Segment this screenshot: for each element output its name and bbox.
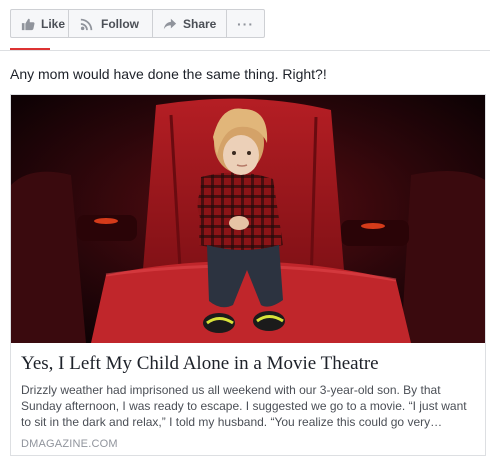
link-preview-card[interactable]: Yes, I Left My Child Alone in a Movie Th…	[10, 94, 486, 456]
more-dots-icon: ···	[237, 15, 254, 32]
like-label: Like	[41, 16, 66, 31]
post-action-bar: Like Follow Share ···	[10, 9, 265, 38]
thumbs-up-icon	[21, 16, 35, 32]
header-divider	[0, 50, 490, 51]
article-domain: DMAGAZINE.COM	[21, 438, 118, 450]
share-arrow-icon	[163, 16, 177, 32]
card-body: Yes, I Left My Child Alone in a Movie Th…	[11, 343, 485, 450]
article-title[interactable]: Yes, I Left My Child Alone in a Movie Th…	[21, 353, 475, 375]
like-button[interactable]: Like	[11, 10, 69, 37]
rss-icon	[79, 16, 95, 32]
follow-button[interactable]: Follow	[69, 10, 153, 37]
post-caption: Any mom would have done the same thing. …	[10, 66, 327, 82]
share-label: Share	[183, 16, 217, 31]
more-options-button[interactable]: ···	[227, 10, 264, 37]
follow-label: Follow	[101, 16, 139, 31]
share-button[interactable]: Share	[153, 10, 227, 37]
article-description: Drizzly weather had imprisoned us all we…	[21, 383, 467, 429]
article-thumbnail[interactable]	[11, 95, 485, 343]
